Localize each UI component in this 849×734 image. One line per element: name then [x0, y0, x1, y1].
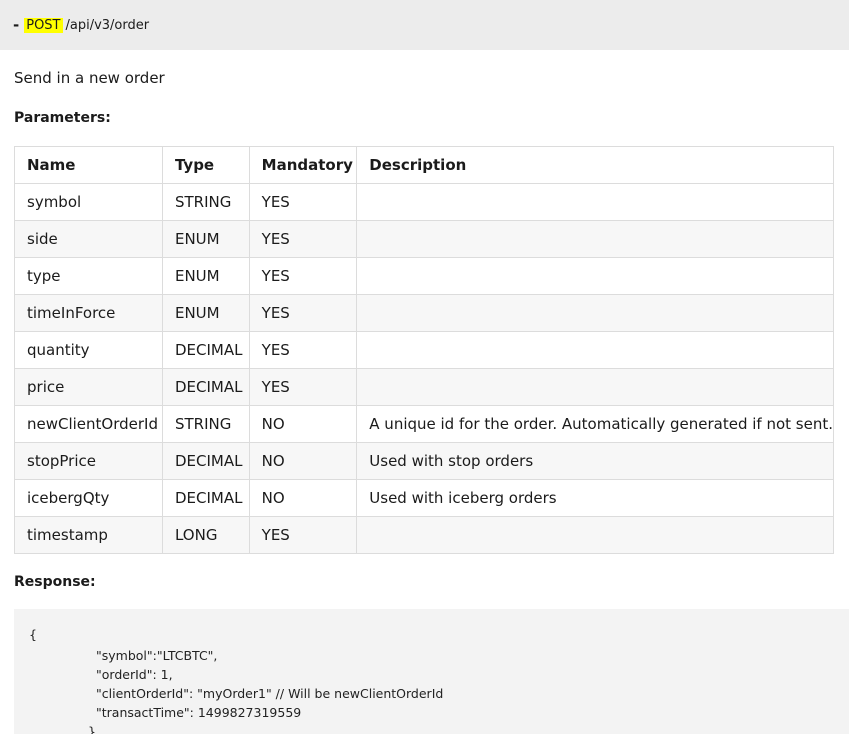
param-description: Used with stop orders	[356, 442, 834, 480]
table-row: side ENUM YES	[14, 220, 834, 258]
param-mandatory: YES	[248, 331, 358, 369]
param-name: side	[14, 220, 163, 258]
param-description: Used with iceberg orders	[356, 479, 834, 517]
param-type: STRING	[161, 405, 250, 443]
column-header-type: Type	[161, 146, 250, 184]
param-description	[356, 331, 834, 369]
param-mandatory: YES	[248, 220, 358, 258]
endpoint-header[interactable]: - POST /api/v3/order	[0, 0, 849, 50]
param-description	[356, 294, 834, 332]
collapse-toggle[interactable]: -	[13, 16, 19, 34]
code-line: {	[29, 627, 37, 642]
param-name: type	[14, 257, 163, 295]
param-type: ENUM	[161, 294, 250, 332]
param-type: DECIMAL	[161, 479, 250, 517]
param-description	[356, 220, 834, 258]
code-line: "transactTime": 1499827319559	[96, 705, 302, 720]
table-row: symbol STRING YES	[14, 183, 834, 221]
table-row: newClientOrderId STRING NO A unique id f…	[14, 405, 834, 443]
code-line: "orderId": 1,	[96, 667, 173, 682]
param-type: ENUM	[161, 220, 250, 258]
column-header-name: Name	[14, 146, 163, 184]
table-row: timestamp LONG YES	[14, 516, 834, 554]
param-mandatory: YES	[248, 516, 358, 554]
response-heading: Response:	[14, 574, 96, 590]
param-mandatory: NO	[248, 479, 358, 517]
param-type: ENUM	[161, 257, 250, 295]
code-line: "clientOrderId": "myOrder1" // Will be n…	[96, 686, 444, 701]
param-name: stopPrice	[14, 442, 163, 480]
table-row: stopPrice DECIMAL NO Used with stop orde…	[14, 442, 834, 480]
endpoint-path: /api/v3/order	[65, 17, 150, 33]
param-description	[356, 257, 834, 295]
param-description	[356, 183, 834, 221]
param-mandatory: YES	[248, 183, 358, 221]
param-type: LONG	[161, 516, 250, 554]
parameters-heading: Parameters:	[14, 110, 111, 126]
param-mandatory: YES	[248, 368, 358, 406]
param-name: price	[14, 368, 163, 406]
parameters-table: Name Type Mandatory Description symbol S…	[14, 146, 834, 554]
param-mandatory: YES	[248, 257, 358, 295]
table-row: price DECIMAL YES	[14, 368, 834, 406]
param-type: DECIMAL	[161, 331, 250, 369]
param-name: quantity	[14, 331, 163, 369]
table-header-row: Name Type Mandatory Description	[14, 146, 834, 184]
param-name: newClientOrderId	[14, 405, 163, 443]
column-header-description: Description	[356, 146, 834, 184]
param-description: A unique id for the order. Automatically…	[356, 405, 834, 443]
code-line: "symbol":"LTCBTC",	[96, 648, 218, 663]
endpoint-summary: Send in a new order	[14, 69, 165, 87]
table-row: type ENUM YES	[14, 257, 834, 295]
api-doc-page: - POST /api/v3/order Send in a new order…	[0, 0, 849, 734]
response-code-block: { "symbol":"LTCBTC", "orderId": 1, "clie…	[14, 609, 849, 734]
table-row: icebergQty DECIMAL NO Used with iceberg …	[14, 479, 834, 517]
param-description	[356, 516, 834, 554]
table-row: quantity DECIMAL YES	[14, 331, 834, 369]
table-row: timeInForce ENUM YES	[14, 294, 834, 332]
code-line: }	[88, 724, 96, 734]
param-mandatory: YES	[248, 294, 358, 332]
param-mandatory: NO	[248, 442, 358, 480]
param-type: DECIMAL	[161, 368, 250, 406]
param-description	[356, 368, 834, 406]
column-header-mandatory: Mandatory	[248, 146, 358, 184]
param-mandatory: NO	[248, 405, 358, 443]
param-type: DECIMAL	[161, 442, 250, 480]
param-name: timestamp	[14, 516, 163, 554]
param-name: timeInForce	[14, 294, 163, 332]
param-name: icebergQty	[14, 479, 163, 517]
http-method-badge: POST	[24, 17, 63, 33]
param-name: symbol	[14, 183, 163, 221]
param-type: STRING	[161, 183, 250, 221]
